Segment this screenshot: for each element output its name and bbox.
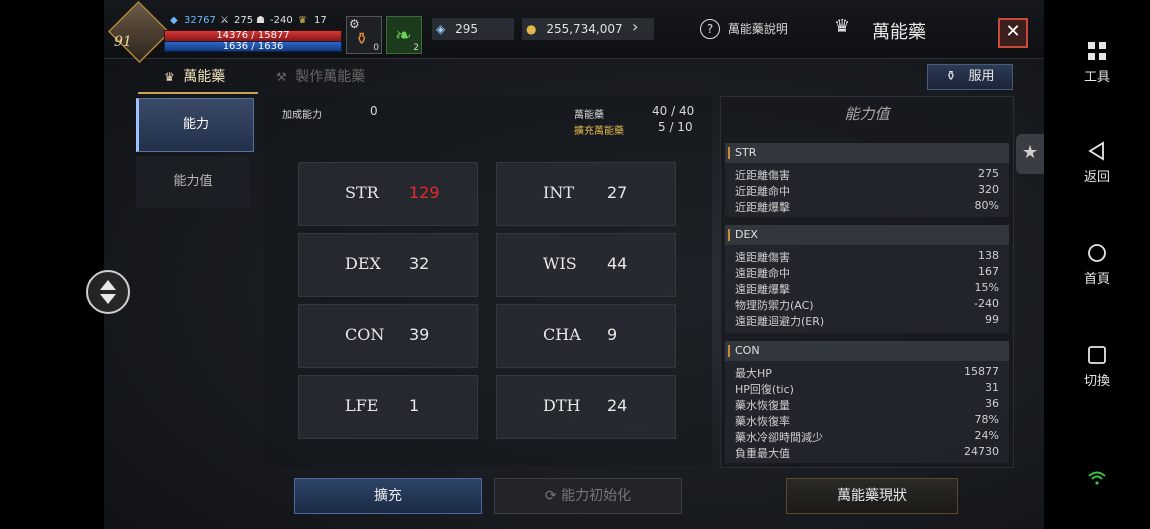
tab-craft-elixir[interactable]: ⚒ 製作萬能藥 xyxy=(276,66,365,86)
potion-count: 0 xyxy=(373,43,379,53)
nav-ability-values[interactable]: 能力值 xyxy=(136,156,250,208)
system-side-bar: 工具 返回 首頁 切換 xyxy=(1044,0,1150,529)
stat-row: 藥水恢復率 78% xyxy=(735,413,999,428)
stat-row: HP回復(tic) 31 xyxy=(735,381,999,396)
expand-elixir-count: 5 / 10 xyxy=(658,120,693,134)
home-circle-icon xyxy=(1086,242,1108,264)
elixir-count: 40 / 40 xyxy=(652,104,695,118)
stat-b-value: -240 xyxy=(270,15,293,26)
character-avatar[interactable] xyxy=(107,0,171,64)
potion-slot[interactable]: ⚙ ⚱ 0 xyxy=(346,16,382,54)
stat-row: 近距離爆擊 80% xyxy=(735,199,999,214)
question-icon: ? xyxy=(700,19,720,39)
refresh-icon: ⟳ xyxy=(544,488,557,504)
stat-c-value: 17 xyxy=(314,15,327,26)
stat-card-cha[interactable]: CHA 9 xyxy=(496,304,676,368)
elixir-label: 萬能藥 xyxy=(574,110,604,121)
star-icon: ★ xyxy=(1022,142,1039,163)
stat-row: 藥水冷卻時間減少 24% xyxy=(735,429,999,444)
stat-row: 物理防禦力(AC) -240 xyxy=(735,297,999,312)
hud-bar: 91 ◆ 32767 ⚔ 275 ☗ -240 ♛ 17 14376 / 158… xyxy=(104,0,1044,64)
tools-button[interactable]: 工具 xyxy=(1044,40,1150,85)
ability-values-panel[interactable]: 能力值 STR 近距離傷害 275 近距離命中 320 近距離爆擊 80% DEX 遠… xyxy=(720,96,1014,468)
stat-card-dth[interactable]: DTH 24 xyxy=(496,375,676,439)
chevron-right-icon[interactable]: › xyxy=(632,17,638,36)
herb-slot[interactable]: ❧ 2 xyxy=(386,16,422,54)
nav-ability[interactable]: 能力 xyxy=(136,98,254,152)
window-title: 萬能藥 xyxy=(872,22,926,43)
stat-row: 遠距離迴避力(ER) 99 xyxy=(735,313,999,328)
game-window: 91 ◆ 32767 ⚔ 275 ☗ -240 ♛ 17 14376 / 158… xyxy=(104,0,1044,529)
craft-icon: ⚒ xyxy=(276,70,287,84)
tab-bar: ♛ 萬能藥 ⚒ 製作萬能藥 xyxy=(104,60,1044,94)
con-group: CON 最大HP 15877 HP回復(tic) 31 藥水恢復量 36 藥水恢復率 7… xyxy=(725,341,1009,463)
active-tab-underline xyxy=(138,92,258,94)
tab-elixir[interactable]: ♛ 萬能藥 xyxy=(164,66,225,86)
weapon-icon: ⚔ xyxy=(220,15,229,26)
expand-button[interactable]: 擴充 xyxy=(294,478,482,514)
level-text: 91 xyxy=(114,34,132,50)
stat-row: 近距離命中 320 xyxy=(735,183,999,198)
exp-value: 32767 xyxy=(184,15,216,26)
group-header: DEX xyxy=(725,225,1009,245)
leaf-icon: ❧ xyxy=(395,23,412,47)
stat-row: 負重最大值 24730 xyxy=(735,445,999,460)
stat-row: 藥水恢復量 36 xyxy=(735,397,999,412)
crest-icon: ♛ xyxy=(164,70,175,84)
wifi-icon xyxy=(1088,470,1106,489)
group-header: STR xyxy=(725,143,1009,163)
elixir-crest-icon: ♛ xyxy=(834,16,851,37)
left-system-margin xyxy=(0,0,104,529)
switch-button[interactable]: 切換 xyxy=(1044,344,1150,389)
stat-row: 近距離傷害 275 xyxy=(735,167,999,182)
mp-bar: 1636 / 1636 xyxy=(164,41,342,52)
favorites-side-tab[interactable]: ★ xyxy=(1016,134,1044,174)
stat-row: 最大HP 15877 xyxy=(735,365,999,380)
potion-icon: ⚱ xyxy=(945,69,957,84)
potion-icon: ⚱ xyxy=(355,29,369,48)
stat-panel: 加成能力 0 萬能藥 40 / 40 擴充萬能藥 5 / 10 STR 129 … xyxy=(264,96,712,466)
stat-card-dex[interactable]: DEX 32 xyxy=(298,233,478,297)
crystal-currency: ◈ 295 xyxy=(432,18,514,40)
trophy-icon: ♛ xyxy=(298,15,307,26)
group-header: CON xyxy=(725,341,1009,361)
str-group: STR 近距離傷害 275 近距離命中 320 近距離爆擊 80% xyxy=(725,143,1009,217)
side-nav: 能力 能力值 xyxy=(136,98,254,466)
use-button[interactable]: ⚱ 服用 xyxy=(927,64,1013,90)
dex-group: DEX 遠距離傷害 138 遠距離命中 167 遠距離爆擊 15% 物理防禦力(AC)… xyxy=(725,225,1009,333)
home-button[interactable]: 首頁 xyxy=(1044,242,1150,287)
stat-card-str[interactable]: STR 129 xyxy=(298,162,478,226)
back-triangle-icon xyxy=(1086,140,1108,162)
close-button[interactable]: ✕ xyxy=(998,18,1028,48)
bonus-label: 加成能力 xyxy=(282,110,322,121)
armor-icon: ☗ xyxy=(256,15,265,26)
grid-icon xyxy=(1086,40,1108,62)
stat-card-lfe[interactable]: LFE 1 xyxy=(298,375,478,439)
reset-ability-button[interactable]: ⟳ 能力初始化 xyxy=(494,478,682,514)
stat-row: 遠距離命中 167 xyxy=(735,265,999,280)
floating-scroll-handle[interactable] xyxy=(86,270,130,314)
bottom-actions: 擴充 ⟳ 能力初始化 萬能藥現狀 xyxy=(104,470,1044,522)
expand-elixir-label: 擴充萬能藥 xyxy=(574,126,624,137)
elixir-status-button[interactable]: 萬能藥現狀 xyxy=(786,478,958,514)
herb-count: 2 xyxy=(413,43,419,53)
exp-icon: ◆ xyxy=(170,15,178,26)
back-button[interactable]: 返回 xyxy=(1044,140,1150,185)
stat-a-value: 275 xyxy=(234,15,254,26)
stat-row: 遠距離爆擊 15% xyxy=(735,281,999,296)
stat-card-wis[interactable]: WIS 44 xyxy=(496,233,676,297)
help-button[interactable]: ? 萬能藥說明 xyxy=(700,18,796,40)
stat-row: 遠距離傷害 138 xyxy=(735,249,999,264)
square-icon xyxy=(1086,344,1108,366)
crystal-icon: ◈ xyxy=(436,22,446,36)
bonus-value: 0 xyxy=(370,104,378,118)
up-down-arrows-icon xyxy=(100,280,116,304)
ability-values-title: 能力值 xyxy=(844,105,890,123)
stat-card-int[interactable]: INT 27 xyxy=(496,162,676,226)
stat-card-con[interactable]: CON 39 xyxy=(298,304,478,368)
coin-icon: ● xyxy=(526,22,537,36)
